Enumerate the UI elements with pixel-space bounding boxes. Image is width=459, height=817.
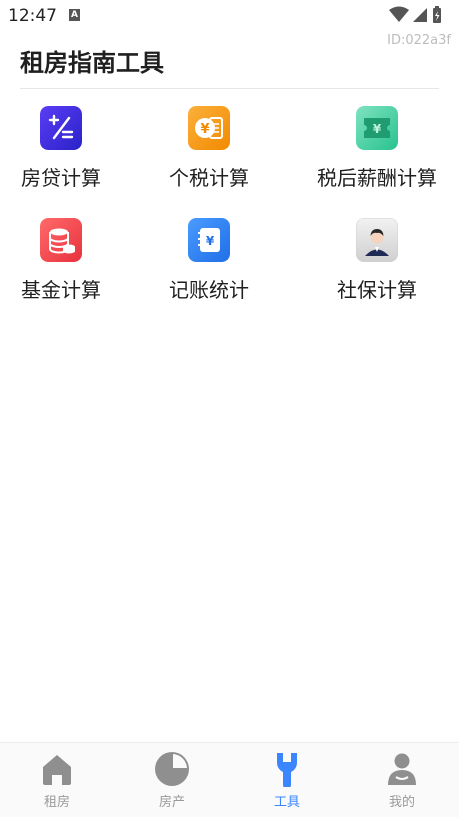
nav-label: 我的 [388,795,415,810]
home-icon [39,751,75,787]
calculator-icon [40,106,82,150]
battery-icon [433,6,441,23]
divider [20,88,439,89]
nav-tab-rent[interactable]: 租房 [0,743,114,817]
cellular-signal-icon [413,8,427,22]
ledger-icon: ¥ [188,218,230,262]
status-icons [389,6,451,24]
coin-stack-icon [40,218,82,262]
tool-mortgage-calc[interactable]: 房贷计算 [0,106,136,196]
nav-label: 房产 [158,795,185,810]
wrench-icon [269,751,305,787]
svg-text:¥: ¥ [206,234,215,248]
tool-after-tax-salary-calc[interactable]: ¥ 税后薪酬计算 [302,106,452,196]
user-icon [384,751,420,787]
nav-tab-tools[interactable]: 工具 [230,743,344,817]
status-bar: 12:47 A [0,0,459,32]
salary-ticket-icon: ¥ [356,106,398,150]
nav-tab-mine[interactable]: 我的 [345,743,459,817]
pie-chart-icon [154,751,190,787]
tool-income-tax-calc[interactable]: ¥ 个税计算 [134,106,284,196]
tool-social-security-calc[interactable]: 社保计算 [302,218,452,308]
nav-tab-property[interactable]: 房产 [115,743,229,817]
notification-a-icon: A [69,9,80,21]
id-label: ID:022a3f [387,33,451,48]
bottom-navigation: 租房 房产 工具 我的 [0,742,459,817]
nav-label: 租房 [43,795,70,810]
tool-label: 个税计算 [169,166,249,190]
tool-label: 房贷计算 [21,166,101,190]
tool-label: 记账统计 [169,278,249,302]
wifi-icon [389,6,409,22]
person-icon [356,218,398,262]
tool-fund-calc[interactable]: 基金计算 [0,218,136,308]
svg-text:¥: ¥ [200,122,209,137]
status-time: 12:47 [8,6,57,26]
nav-label: 工具 [273,795,300,810]
tool-label: 社保计算 [337,278,417,302]
tax-coin-icon: ¥ [188,106,230,150]
page-title: 租房指南工具 [20,49,164,77]
svg-text:¥: ¥ [373,122,382,136]
tool-label: 基金计算 [21,278,101,302]
tool-label: 税后薪酬计算 [317,166,437,190]
tool-bookkeeping-stats[interactable]: ¥ 记账统计 [134,218,284,308]
